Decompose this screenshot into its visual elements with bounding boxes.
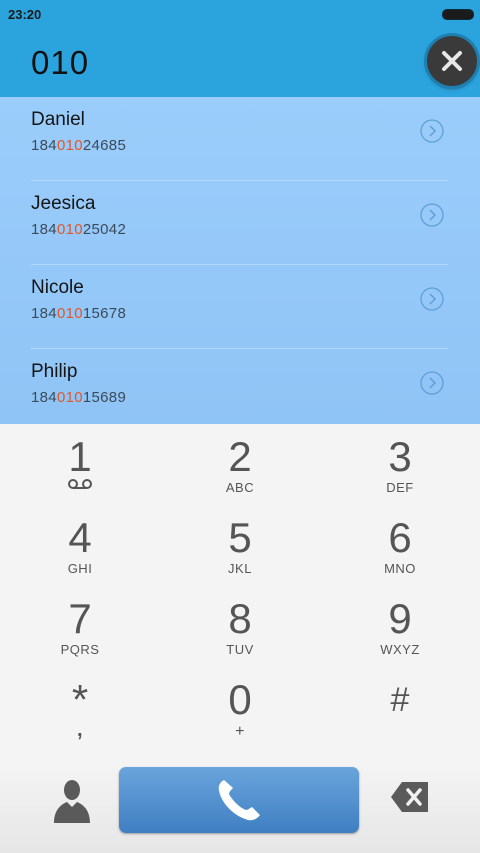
key-letters: DEF	[386, 480, 414, 495]
key-5[interactable]: 5 JKL	[160, 505, 320, 586]
person-icon[interactable]	[52, 777, 92, 823]
dial-header: 010	[0, 28, 480, 97]
key-digit: *	[71, 676, 89, 723]
contact-name: Philip	[31, 361, 78, 382]
contact-row[interactable]: Jeesica 18401025042	[0, 181, 480, 265]
key-digit: 4	[68, 514, 92, 561]
key-3[interactable]: 3 DEF	[320, 424, 480, 505]
key-letters: GHI	[67, 561, 93, 576]
key-letters: +	[235, 723, 245, 740]
match-highlight: 010	[56, 389, 83, 406]
key-hash[interactable]: #	[320, 667, 480, 748]
contact-name: Daniel	[31, 109, 85, 130]
key-digit: 8	[228, 595, 252, 642]
key-1[interactable]: 1	[0, 424, 160, 505]
chevron-right-circle-icon[interactable]	[420, 371, 444, 395]
key-letters: ,	[76, 719, 84, 741]
key-8[interactable]: 8 TUV	[160, 586, 320, 667]
key-0[interactable]: 0 +	[160, 667, 320, 748]
key-star[interactable]: * ,	[0, 667, 160, 748]
chevron-right-circle-icon[interactable]	[420, 287, 444, 311]
key-digit: 6	[388, 514, 412, 561]
key-digit: 3	[388, 433, 412, 480]
chevron-right-circle-icon[interactable]	[420, 203, 444, 227]
phone-icon	[218, 780, 260, 821]
key-digit: 7	[68, 595, 92, 642]
match-highlight: 010	[56, 305, 83, 322]
key-letters: PQRS	[60, 642, 100, 657]
clear-button[interactable]	[427, 36, 477, 86]
contact-row[interactable]: Nicole 18401015678	[0, 265, 480, 349]
key-letters: ABC	[225, 480, 255, 495]
contact-row[interactable]: Daniel 18401024685	[0, 97, 480, 181]
entered-number[interactable]: 010	[31, 44, 89, 82]
dial-keypad: 1 2 ABC 3 DEF 4 GHI 5 JKL 6 MNO 7 PQRS 8…	[0, 424, 480, 764]
match-highlight: 010	[56, 221, 83, 238]
contact-phone: 18401024685	[31, 137, 127, 154]
close-icon	[442, 51, 462, 71]
contact-name: Nicole	[31, 277, 84, 298]
contact-suggestions: Daniel 18401024685 Jeesica 18401025042 N…	[0, 97, 480, 424]
contact-phone: 18401015689	[31, 389, 127, 406]
key-digit: 1	[68, 433, 92, 480]
match-highlight: 010	[56, 137, 83, 154]
key-2[interactable]: 2 ABC	[160, 424, 320, 505]
key-digit: 2	[228, 433, 252, 480]
key-letters: JKL	[228, 561, 252, 576]
key-4[interactable]: 4 GHI	[0, 505, 160, 586]
contact-name: Jeesica	[31, 193, 96, 214]
bottom-action-bar	[0, 764, 480, 853]
key-letters: TUV	[226, 642, 254, 657]
backspace-icon[interactable]	[390, 780, 430, 814]
chevron-right-circle-icon[interactable]	[420, 119, 444, 143]
contact-phone: 18401015678	[31, 305, 127, 322]
key-digit: 9	[388, 595, 412, 642]
key-6[interactable]: 6 MNO	[320, 505, 480, 586]
contact-phone: 18401025042	[31, 221, 127, 238]
status-time: 23:20	[8, 7, 42, 22]
key-letters: MNO	[384, 561, 416, 576]
key-digit: #	[390, 681, 410, 719]
key-9[interactable]: 9 WXYZ	[320, 586, 480, 667]
key-7[interactable]: 7 PQRS	[0, 586, 160, 667]
key-digit: 5	[228, 514, 252, 561]
contact-row[interactable]: Philip 18401015689	[0, 349, 480, 433]
key-digit: 0	[228, 676, 252, 723]
key-letters: WXYZ	[380, 642, 420, 657]
call-button[interactable]	[119, 767, 359, 833]
battery-icon	[442, 9, 474, 20]
status-bar: 23:20	[0, 0, 480, 28]
